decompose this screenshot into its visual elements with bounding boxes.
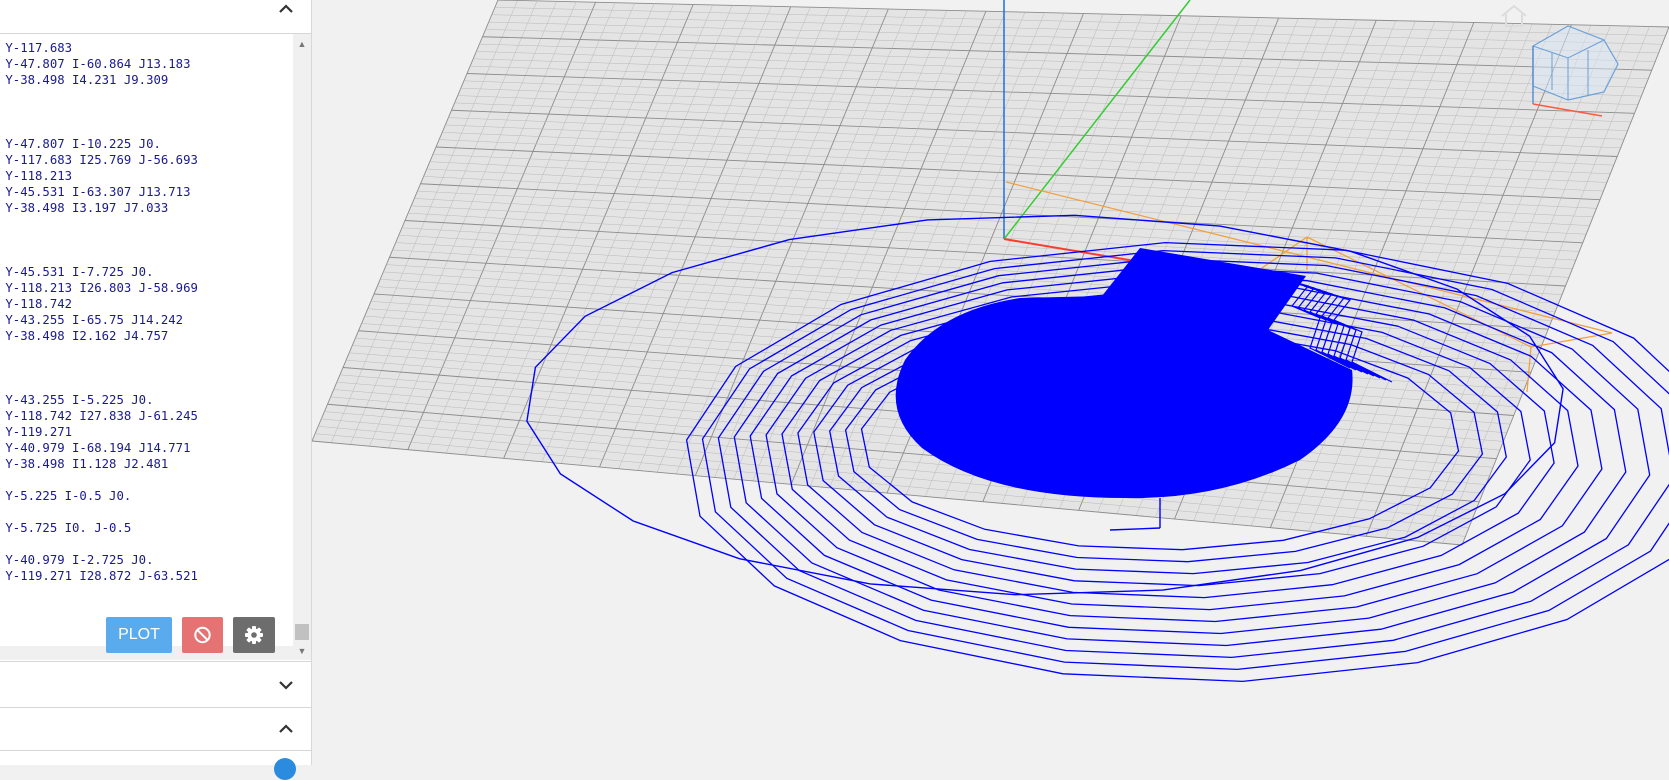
chevron-up-icon[interactable] — [275, 718, 297, 740]
scroll-down-arrow-icon[interactable]: ▼ — [296, 645, 308, 657]
gear-icon — [233, 617, 275, 653]
scrollbar-thumb[interactable] — [295, 624, 309, 640]
chevron-up-icon[interactable] — [275, 0, 297, 20]
cancel-button[interactable] — [182, 617, 223, 653]
plot-button[interactable]: PLOT — [106, 617, 172, 653]
toolpath-3d-viewport[interactable] — [312, 0, 1669, 765]
expanded-panel-header[interactable] — [0, 707, 311, 751]
ban-icon — [182, 617, 223, 653]
settings-button[interactable] — [233, 617, 275, 653]
status-indicator — [274, 758, 296, 780]
gcode-editor[interactable]: Y-117.683 Y-47.807 I-60.864 J13.183 Y-38… — [0, 34, 293, 646]
gcode-panel: Y-117.683 Y-47.807 I-60.864 J13.183 Y-38… — [0, 0, 312, 765]
scroll-up-arrow-icon[interactable]: ▲ — [296, 38, 308, 50]
gcode-panel-header[interactable] — [0, 0, 311, 34]
collapsed-panel-header[interactable] — [0, 661, 311, 708]
gcode-text[interactable]: Y-117.683 Y-47.807 I-60.864 J13.183 Y-38… — [0, 34, 198, 584]
chevron-down-icon[interactable] — [275, 674, 297, 696]
vertical-scrollbar[interactable]: ▲ ▼ — [293, 34, 311, 660]
